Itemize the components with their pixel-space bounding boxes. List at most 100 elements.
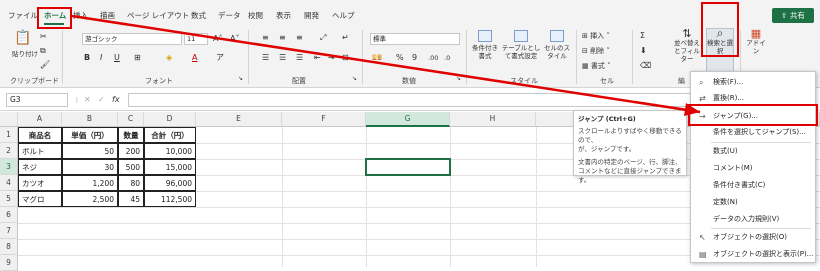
orientation-icon[interactable]: ⤢ xyxy=(320,33,326,43)
table-cell[interactable]: 30 xyxy=(62,159,118,175)
number-dialog-launcher-icon[interactable]: ↘ xyxy=(456,74,461,84)
increase-decimal-icon[interactable]: .00 xyxy=(428,53,438,63)
select-all-corner[interactable] xyxy=(0,112,18,127)
column-header[interactable]: C xyxy=(118,112,144,127)
align-right-icon[interactable]: ☰ xyxy=(296,53,303,63)
addins-button[interactable]: ▦ アドイン xyxy=(744,28,768,55)
row-header[interactable]: 2 xyxy=(0,143,18,159)
alignment-dialog-launcher-icon[interactable]: ↘ xyxy=(352,74,357,84)
menu-item-find[interactable]: ⌕ 検索(F)... xyxy=(691,75,815,90)
table-cell[interactable]: 2,500 xyxy=(62,191,118,207)
cancel-icon[interactable]: ✕ xyxy=(84,95,91,105)
format-cells-button[interactable]: ▦ 書式 ˅ xyxy=(582,61,611,71)
table-header-cell[interactable]: 商品名 xyxy=(18,127,62,143)
underline-icon[interactable]: U xyxy=(114,53,120,63)
table-cell[interactable]: 1,200 xyxy=(62,175,118,191)
number-format-select[interactable]: 標準 xyxy=(370,33,460,45)
merge-center-icon[interactable]: ⊟ xyxy=(342,53,349,63)
menu-item-comments[interactable]: コメント(M) xyxy=(691,161,815,176)
align-bottom-icon[interactable]: ≡ xyxy=(296,33,303,43)
tab-help[interactable]: ヘルプ xyxy=(332,10,355,21)
more-options-icon[interactable]: ⋮ xyxy=(74,96,80,106)
column-header[interactable]: F xyxy=(282,112,366,127)
table-cell[interactable]: ボルト xyxy=(18,143,62,159)
table-cell[interactable]: 80 xyxy=(118,175,144,191)
indent-decrease-icon[interactable]: ⇤ xyxy=(314,53,321,63)
row-header[interactable]: 5 xyxy=(0,191,18,207)
fill-icon[interactable]: ⬇ xyxy=(640,46,647,56)
row-header[interactable]: 7 xyxy=(0,223,18,239)
menu-item-constants[interactable]: 定数(N) xyxy=(691,195,815,210)
border-icon[interactable]: ⊞ xyxy=(134,53,141,63)
font-name-select[interactable]: 游ゴシック xyxy=(82,33,182,45)
tab-view[interactable]: 表示 xyxy=(276,10,291,21)
percent-icon[interactable]: % xyxy=(396,53,404,63)
tab-data[interactable]: データ xyxy=(218,10,241,21)
grow-font-icon[interactable]: A˄ xyxy=(213,34,222,44)
paste-label[interactable]: 貼り付け xyxy=(12,50,38,58)
table-cell[interactable]: マグロ xyxy=(18,191,62,207)
conditional-format-button[interactable]: 条件付き書式 xyxy=(470,30,500,60)
font-size-select[interactable]: 11 xyxy=(184,33,208,45)
column-header[interactable]: D xyxy=(144,112,196,127)
font-color-icon[interactable]: A xyxy=(192,53,197,63)
row-header[interactable]: 6 xyxy=(0,207,18,223)
tab-review[interactable]: 校閲 xyxy=(248,10,263,21)
paste-icon[interactable]: 📋 xyxy=(14,30,31,46)
table-cell[interactable]: 200 xyxy=(118,143,144,159)
wrap-text-icon[interactable]: ↵ xyxy=(342,33,349,43)
delete-cells-button[interactable]: ⊟ 削除 ˅ xyxy=(582,46,610,56)
format-as-table-button[interactable]: テーブルとして書式設定 xyxy=(501,30,541,60)
menu-item-formulas[interactable]: 数式(U) xyxy=(691,144,815,159)
cell-styles-button[interactable]: セルのスタイル xyxy=(543,30,571,60)
table-cell[interactable]: カツオ xyxy=(18,175,62,191)
row-header[interactable]: 9 xyxy=(0,255,18,271)
bold-icon[interactable]: B xyxy=(84,53,90,63)
fill-color-icon[interactable]: ◈ xyxy=(166,53,172,63)
format-painter-icon[interactable]: 🖌 xyxy=(40,60,50,70)
insert-cells-button[interactable]: ⊞ 挿入 ˅ xyxy=(582,31,610,41)
tab-formulas[interactable]: 数式 xyxy=(191,10,206,21)
align-left-icon[interactable]: ☰ xyxy=(262,53,269,63)
column-header[interactable]: A xyxy=(18,112,62,127)
menu-item-goto-special[interactable]: 条件を選択してジャンプ(S)... xyxy=(691,125,815,140)
row-header[interactable]: 8 xyxy=(0,239,18,255)
table-cell[interactable]: 96,000 xyxy=(144,175,196,191)
name-box[interactable]: G3 xyxy=(6,93,68,107)
menu-item-select-objects[interactable]: ↖ オブジェクトの選択(O) xyxy=(691,230,815,245)
indent-increase-icon[interactable]: ⇥ xyxy=(328,53,335,63)
table-cell[interactable]: 500 xyxy=(118,159,144,175)
column-header[interactable]: G xyxy=(366,112,450,127)
cut-icon[interactable]: ✂ xyxy=(40,32,47,42)
table-header-cell[interactable]: 合計（円） xyxy=(144,127,196,143)
table-header-cell[interactable]: 単価（円） xyxy=(62,127,118,143)
column-header[interactable]: B xyxy=(62,112,118,127)
align-center-icon[interactable]: ☰ xyxy=(279,53,286,63)
phonetic-icon[interactable]: ア xyxy=(216,53,224,63)
font-dialog-launcher-icon[interactable]: ↘ xyxy=(238,74,243,84)
table-cell[interactable]: 45 xyxy=(118,191,144,207)
insert-function-icon[interactable]: fx xyxy=(112,95,120,105)
tab-file[interactable]: ファイル xyxy=(8,10,38,21)
active-cell[interactable] xyxy=(365,158,451,176)
menu-item-conditional-formatting[interactable]: 条件付き書式(C) xyxy=(691,178,815,193)
tab-draw[interactable]: 描画 xyxy=(100,10,115,21)
sort-filter-button[interactable]: ⇅ 並べ替えとフィルター xyxy=(672,28,702,63)
table-header-cell[interactable]: 数量 xyxy=(118,127,144,143)
column-header[interactable]: H xyxy=(450,112,536,127)
clear-icon[interactable]: ⌫ xyxy=(640,61,651,71)
tab-page-layout[interactable]: ページ レイアウト xyxy=(127,10,189,21)
accounting-format-icon[interactable]: 💴 xyxy=(372,53,382,63)
row-header[interactable]: 1 xyxy=(0,127,18,143)
row-header[interactable]: 3 xyxy=(0,159,18,175)
align-top-icon[interactable]: ≡ xyxy=(262,33,269,43)
autosum-icon[interactable]: Σ xyxy=(640,31,645,41)
table-cell[interactable]: ネジ xyxy=(18,159,62,175)
share-button[interactable]: ⇧ 共有 xyxy=(772,8,814,23)
tab-insert[interactable]: 挿入 xyxy=(73,10,88,21)
menu-item-selection-pane[interactable]: ▤ オブジェクトの選択と表示(P)... xyxy=(691,247,815,262)
shrink-font-icon[interactable]: A˅ xyxy=(230,34,239,44)
decrease-decimal-icon[interactable]: .0 xyxy=(444,53,450,63)
italic-icon[interactable]: I xyxy=(100,53,102,63)
comma-style-icon[interactable]: 9 xyxy=(412,53,417,63)
